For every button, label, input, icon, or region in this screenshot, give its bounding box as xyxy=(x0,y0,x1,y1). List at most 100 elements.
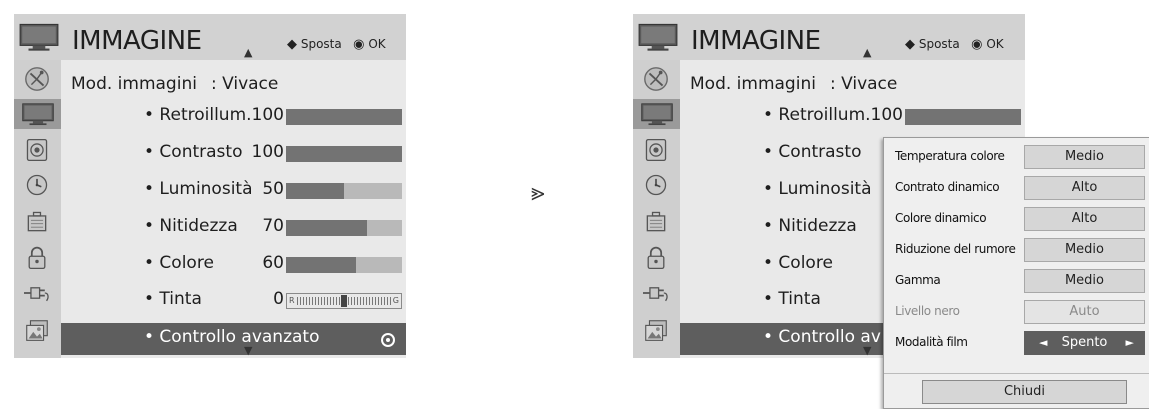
briefcase-icon[interactable] xyxy=(20,207,54,237)
clock-icon[interactable] xyxy=(639,170,673,200)
picture-mode-value: : Vivace xyxy=(829,74,898,94)
popup-row-color-temperature[interactable]: Temperatura colore Medio xyxy=(884,142,1149,169)
setting-row-brightness[interactable]: • Luminosità 50 xyxy=(61,174,406,206)
photo-album-icon[interactable] xyxy=(20,316,54,346)
level-bar[interactable] xyxy=(905,109,1021,125)
setting-row-color[interactable]: • Colore 60 xyxy=(61,248,406,280)
ok-button-icon: ◉ xyxy=(353,37,365,52)
ok-label: OK xyxy=(368,37,386,51)
briefcase-icon[interactable] xyxy=(639,207,673,237)
setting-row-sharpness[interactable]: • Nitidezza 70 xyxy=(61,211,406,243)
speaker-icon[interactable] xyxy=(639,135,673,165)
setting-row-backlight[interactable]: • Retroillum. 100 xyxy=(61,100,406,132)
level-bar[interactable] xyxy=(286,109,402,125)
setting-label: • Nitidezza xyxy=(763,216,857,236)
popup-label: Temperatura colore xyxy=(895,149,1005,163)
clock-icon[interactable] xyxy=(20,170,54,200)
setting-value: 100 xyxy=(870,105,903,125)
menu-title: IMMAGINE xyxy=(72,26,202,56)
picture-mode-value: : Vivace xyxy=(210,74,279,94)
satellite-dish-icon[interactable] xyxy=(639,64,673,94)
popup-label: Contrato dinamico xyxy=(895,180,1000,194)
picture-mode-row[interactable]: Mod. immagini : Vivace xyxy=(71,74,278,94)
tint-red-letter: R xyxy=(289,296,295,305)
popup-value-button[interactable]: Alto xyxy=(1024,176,1145,200)
settings-panel: ▲ Mod. immagini : Vivace • Retroillum. 10… xyxy=(61,47,406,358)
move-label: Sposta xyxy=(918,37,960,51)
setting-value: 60 xyxy=(262,253,284,273)
setting-label: • Tinta xyxy=(144,289,202,309)
plug-icon[interactable] xyxy=(639,278,673,308)
tv-picture-icon[interactable] xyxy=(14,99,61,129)
setting-label: • Retroillum. xyxy=(144,105,252,125)
picture-mode-label: Mod. immagini xyxy=(71,74,197,94)
popup-value-button[interactable]: Alto xyxy=(1024,207,1145,231)
plug-icon[interactable] xyxy=(20,278,54,308)
photo-album-icon[interactable] xyxy=(639,316,673,346)
setting-label: • Luminosità xyxy=(763,179,872,199)
popup-label: Gamma xyxy=(895,273,941,287)
picture-mode-row[interactable]: Mod. immagini : Vivace xyxy=(690,74,897,94)
level-bar[interactable] xyxy=(286,220,402,236)
popup-row-noise-reduction[interactable]: Riduzione del rumore Medio xyxy=(884,235,1149,262)
tv-icon xyxy=(637,19,679,55)
level-bar[interactable] xyxy=(286,257,402,273)
move-label: Sposta xyxy=(300,37,342,51)
setting-row-contrast[interactable]: • Contrasto 100 xyxy=(61,137,406,169)
popup-row-dynamic-color[interactable]: Colore dinamico Alto xyxy=(884,204,1149,231)
tint-slider[interactable]: R G xyxy=(286,293,402,309)
advanced-control-label: • Controllo avanzato xyxy=(144,327,320,347)
popup-value-button[interactable]: Medio xyxy=(1024,145,1145,169)
tint-slider-knob[interactable] xyxy=(341,295,347,307)
setting-label: • Nitidezza xyxy=(144,216,238,236)
popup-label: Riduzione del rumore xyxy=(895,242,1016,256)
setting-row-backlight[interactable]: • Retroillum. 100 xyxy=(680,100,1025,132)
move-arrows-icon: ◆ xyxy=(905,37,915,52)
setting-label: • Luminosità xyxy=(144,179,253,199)
padlock-icon[interactable] xyxy=(639,243,673,273)
picture-menu-screen: IMMAGINE ◆ Sposta ◉ OK ▲ Mod. immagini : … xyxy=(14,14,406,358)
title-bar: IMMAGINE ◆ Sposta ◉ OK xyxy=(633,14,1025,60)
ok-radio-icon xyxy=(381,333,395,347)
popup-label: Colore dinamico xyxy=(895,211,987,225)
level-bar[interactable] xyxy=(286,146,402,162)
nav-hint: ◆ Sposta ◉ OK xyxy=(287,37,386,52)
move-arrows-icon: ◆ xyxy=(287,37,297,52)
scroll-up-arrow-icon[interactable]: ▲ xyxy=(244,47,252,58)
picture-mode-label: Mod. immagini xyxy=(690,74,816,94)
scroll-up-arrow-icon[interactable]: ▲ xyxy=(863,47,871,58)
advanced-control-row[interactable]: • Controllo avanzato xyxy=(61,323,406,355)
scroll-down-arrow-icon[interactable]: ▼ xyxy=(863,345,871,356)
scroll-down-arrow-icon[interactable]: ▼ xyxy=(244,345,252,356)
close-button[interactable]: Chiudi xyxy=(922,380,1127,404)
popup-divider xyxy=(884,373,1149,374)
right-arrow-icon[interactable]: ► xyxy=(1126,332,1134,354)
category-sidebar xyxy=(633,60,680,358)
popup-row-dynamic-contrast[interactable]: Contrato dinamico Alto xyxy=(884,173,1149,200)
popup-label: Modalità film xyxy=(895,335,968,349)
padlock-icon[interactable] xyxy=(20,243,54,273)
setting-value: 0 xyxy=(273,289,284,309)
popup-value-button[interactable]: Medio xyxy=(1024,269,1145,293)
setting-label: • Colore xyxy=(763,253,833,273)
speaker-icon[interactable] xyxy=(20,135,54,165)
advanced-control-popup: Temperatura colore Medio Contrato dinami… xyxy=(883,137,1149,409)
satellite-dish-icon[interactable] xyxy=(20,64,54,94)
setting-value: 70 xyxy=(262,216,284,236)
setting-value: 100 xyxy=(251,105,284,125)
popup-value-button-disabled: Auto xyxy=(1024,300,1145,324)
left-arrow-icon[interactable]: ◄ xyxy=(1039,332,1047,354)
setting-label: • Colore xyxy=(144,253,214,273)
setting-value: 100 xyxy=(251,142,284,162)
category-sidebar xyxy=(14,60,61,358)
popup-row-gamma[interactable]: Gamma Medio xyxy=(884,266,1149,293)
film-mode-selector[interactable]: ◄ Spento ► xyxy=(1024,331,1145,355)
tv-picture-icon[interactable] xyxy=(633,99,680,129)
setting-row-tint[interactable]: • Tinta 0 R G xyxy=(61,284,406,316)
setting-value: 50 xyxy=(262,179,284,199)
popup-row-film-mode[interactable]: Modalità film ◄ Spento ► xyxy=(884,328,1149,355)
popup-value-button[interactable]: Medio xyxy=(1024,238,1145,262)
ok-label: OK xyxy=(986,37,1004,51)
level-bar[interactable] xyxy=(286,183,402,199)
menu-title: IMMAGINE xyxy=(691,26,821,56)
